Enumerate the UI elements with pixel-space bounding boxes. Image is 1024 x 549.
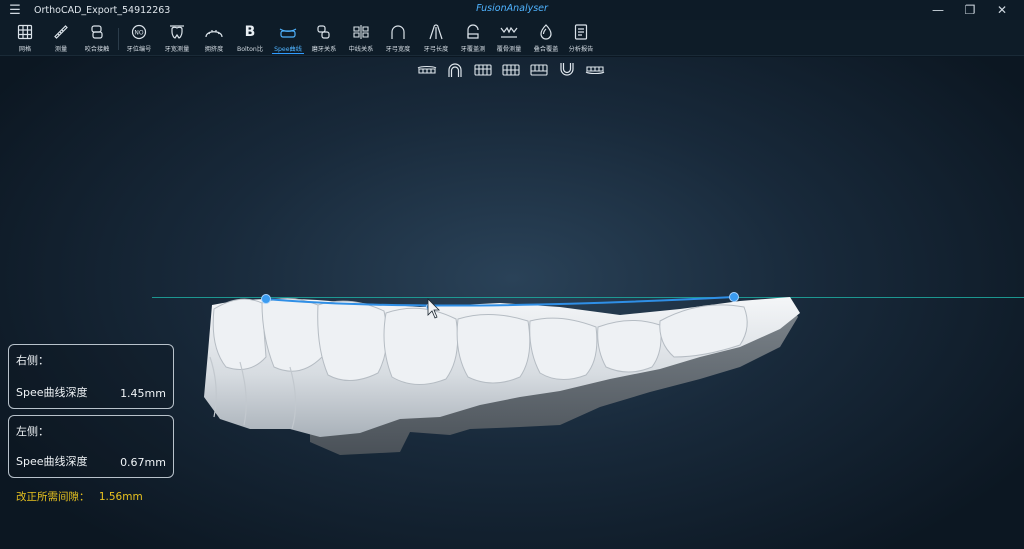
left-side-panel: 左侧： Spee曲线深度 0.67mm — [8, 415, 174, 478]
tool-molar-relation[interactable]: 磨牙关系 — [306, 20, 342, 56]
occlusion-contact-icon — [88, 23, 106, 41]
right-side-header: 右侧： — [16, 354, 49, 367]
tooth — [529, 317, 598, 380]
tool-arch-length[interactable]: 牙弓长度 — [418, 20, 454, 56]
model-viewport[interactable]: 右侧： Spee曲线深度 1.45mm 左侧： Spee曲线深度 0.67mm … — [0, 57, 1024, 549]
tool-overbite[interactable]: 覆骨测量 — [491, 20, 527, 56]
overjet-icon — [464, 23, 482, 41]
ruler-icon — [52, 23, 70, 41]
grid-icon — [16, 23, 34, 41]
correction-space: 改正所需间隙： 1.56mm — [16, 489, 143, 504]
tooth — [383, 307, 459, 385]
tool-bolton[interactable]: B Bolton比 — [232, 20, 268, 56]
right-side-panel: 右侧： Spee曲线深度 1.45mm — [8, 344, 174, 409]
left-spee-depth-value: 0.67mm — [120, 456, 166, 469]
left-side-header: 左侧： — [16, 425, 49, 438]
tool-arch-width[interactable]: 牙弓宽度 — [380, 20, 416, 56]
close-icon[interactable]: ✕ — [986, 3, 1018, 17]
tool-overjet[interactable]: 牙覆盖测 — [455, 20, 491, 56]
hamburger-menu-icon[interactable]: ☰ — [0, 0, 30, 20]
minimize-icon[interactable]: — — [922, 3, 954, 17]
document-title: OrthoCAD_Export_54912263 — [34, 4, 171, 16]
tooth-number-icon: NO — [130, 23, 148, 41]
left-spee-depth-label: Spee曲线深度 — [16, 455, 88, 468]
toolbar-separator — [118, 28, 119, 50]
title-bar: ☰ OrthoCAD_Export_54912263 FusionAnalyse… — [0, 0, 1024, 20]
tooth — [456, 313, 531, 384]
overbite-icon — [500, 23, 518, 41]
arch-width-icon — [389, 23, 407, 41]
tooth — [261, 298, 323, 372]
tooth — [597, 319, 662, 373]
tool-measure[interactable]: 测量 — [43, 20, 79, 56]
tooth-width-icon — [168, 23, 186, 41]
tool-report[interactable]: 分析报告 — [563, 20, 599, 56]
midline-icon — [352, 23, 370, 41]
correction-space-value: 1.56mm — [98, 491, 143, 503]
superimpose-icon — [537, 23, 555, 41]
tool-occlusion-contact[interactable]: 咬合接触 — [79, 20, 115, 56]
tool-superimpose[interactable]: 叠合覆盖 — [528, 20, 564, 56]
tool-crowding[interactable]: 拥挤度 — [196, 20, 232, 56]
right-spee-depth-label: Spee曲线深度 — [16, 386, 88, 399]
report-icon — [572, 23, 590, 41]
correction-space-label: 改正所需间隙： — [16, 491, 90, 503]
tool-grid[interactable]: 网格 — [7, 20, 43, 56]
svg-text:NO: NO — [134, 30, 143, 37]
spee-point-right — [729, 292, 739, 302]
tool-tooth-width[interactable]: 牙宽测量 — [159, 20, 195, 56]
bolton-icon: B — [244, 24, 256, 40]
tool-spee-curve[interactable]: Spee曲线 — [270, 20, 306, 56]
tool-midline[interactable]: 中线关系 — [343, 20, 379, 56]
spee-point-left — [261, 294, 271, 304]
spee-curve-icon — [279, 23, 297, 41]
tooth — [317, 300, 388, 381]
tool-tooth-number[interactable]: NO 牙位编号 — [121, 20, 157, 56]
arch-length-icon — [427, 23, 445, 41]
right-spee-depth-value: 1.45mm — [120, 387, 166, 400]
main-toolbar: 网格 测量 咬合接触 NO 牙位编号 牙宽测量 拥挤度 B Bolton比 Sp… — [0, 20, 1024, 56]
molar-relation-icon — [315, 23, 333, 41]
crowding-icon — [205, 23, 223, 41]
restore-icon[interactable]: ❐ — [954, 3, 986, 17]
tooth — [212, 298, 267, 370]
